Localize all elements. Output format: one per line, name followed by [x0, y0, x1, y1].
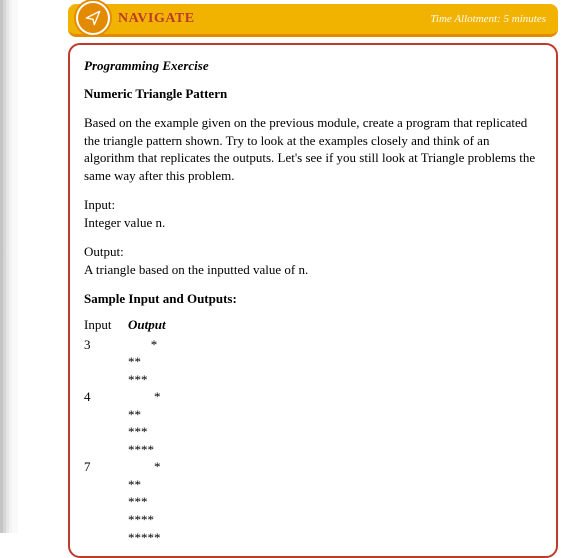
lesson-container: NAVIGATE Time Allotment: 5 minutes Progr… [68, 4, 558, 558]
paper-plane-icon [76, 1, 110, 35]
section-label: Programming Exercise [84, 57, 542, 75]
sample-output-cell: * ** *** **** [128, 388, 174, 458]
navigate-header: NAVIGATE Time Allotment: 5 minutes [68, 4, 558, 37]
page-binding-shadow [0, 0, 18, 533]
sample-input-cell: 4 [84, 388, 128, 458]
table-row: 4 * ** *** **** [84, 388, 174, 458]
col-output: Output [128, 316, 174, 336]
input-label: Input: [84, 196, 542, 214]
input-text: Integer value n. [84, 215, 165, 230]
exercise-title: Numeric Triangle Pattern [84, 85, 542, 103]
output-label: Output: [84, 243, 542, 261]
output-block: Output: A triangle based on the inputted… [84, 243, 542, 278]
exercise-description: Based on the example given on the previo… [84, 114, 542, 184]
time-allotment: Time Allotment: 5 minutes [430, 13, 546, 25]
table-row: 3 * ** *** [84, 336, 174, 389]
navigate-title: NAVIGATE [118, 11, 430, 27]
sample-input-cell: 3 [84, 336, 128, 389]
sample-io-table: Input Output 3 * ** ***4 * ** *** ****7 … [84, 316, 174, 546]
input-block: Input: Integer value n. [84, 196, 542, 231]
navigate-icon-badge [74, 0, 112, 37]
table-header-row: Input Output [84, 316, 174, 336]
sample-io-heading: Sample Input and Outputs: [84, 290, 542, 308]
col-input: Input [84, 316, 128, 336]
sample-output-cell: * ** *** [128, 336, 174, 389]
output-text: A triangle based on the inputted value o… [84, 262, 308, 277]
exercise-panel: Programming Exercise Numeric Triangle Pa… [68, 43, 558, 558]
